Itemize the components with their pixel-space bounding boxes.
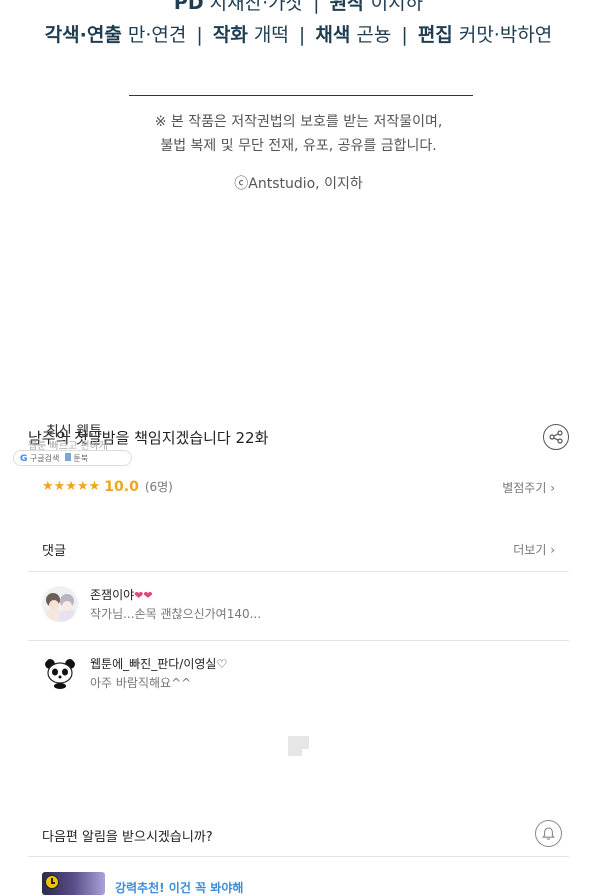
credits-line-2: 각색·연출 만·연견 | 작화 개떡 | 채색 곤뇽 | 편집 커맛·박하연	[0, 20, 597, 47]
copyright-notice: ※ 본 작품은 저작권법의 보호를 받는 저작물이며, 불법 복제 및 무단 전…	[0, 110, 597, 158]
credit-separator: |	[298, 24, 306, 46]
divider	[28, 640, 569, 641]
rate-button[interactable]: 별점주기 ›	[502, 479, 555, 496]
divider	[28, 571, 569, 572]
credit-separator: |	[401, 24, 408, 46]
credit-name: 곤뇽	[356, 24, 392, 46]
recommend-link[interactable]: 강력추천! 이건 꼭 봐야해	[115, 879, 243, 896]
toonbook-link[interactable]: 툰북	[65, 452, 88, 464]
rating-summary: ★★★★★ 10.0 (6명)	[42, 478, 173, 495]
credit-separator: |	[313, 0, 320, 14]
clock-icon	[45, 875, 59, 889]
comment-item[interactable]: 존잼이야❤❤ 작가님...손목 괜찮으신가여140...	[42, 586, 562, 626]
share-button[interactable]	[543, 424, 569, 450]
credit-name: 만·연견	[127, 24, 187, 46]
notice-line: ※ 본 작품은 저작권법의 보호를 받는 저작물이며,	[154, 114, 443, 130]
credit-name: 커맛·박하연	[458, 24, 553, 46]
comments-header: 댓글	[42, 544, 66, 559]
credit-name: 이지하	[370, 0, 424, 14]
copyright-text: ⓒAntstudio, 이지하	[234, 176, 363, 192]
comment-author: 존잼이야❤❤	[90, 588, 153, 602]
credit-role: 원작	[329, 0, 365, 14]
loading-placeholder-icon	[288, 736, 309, 756]
notify-bell-button[interactable]	[535, 820, 562, 847]
recommend-thumbnail[interactable]	[42, 872, 105, 895]
comment-item[interactable]: 웹툰에_빠진_판다/이영실♡ 아주 바람직해요^^	[42, 655, 562, 695]
credits-divider	[129, 95, 473, 96]
divider	[28, 856, 569, 857]
rating-count: (6명)	[144, 480, 173, 494]
search-shortcut-pill[interactable]: G 구글검색 툰북	[13, 450, 132, 466]
book-icon	[65, 452, 72, 461]
credit-name: 지재찬·가잣	[209, 0, 304, 14]
comment-text: 아주 바람직해요^^	[90, 676, 192, 690]
google-search-link[interactable]: G 구글검색	[20, 453, 59, 464]
credit-role: PD	[173, 0, 204, 14]
bell-icon	[542, 827, 555, 840]
avatar	[42, 655, 78, 691]
star-rating-icon: ★★★★★	[42, 479, 101, 494]
next-episode-notify-prompt: 다음편 알림을 받으시겠습니까?	[42, 830, 213, 845]
credit-role: 편집	[417, 24, 453, 46]
credit-role: 각색·연출	[44, 24, 122, 46]
heart-icon: ❤❤	[134, 589, 153, 602]
avatar	[42, 586, 78, 622]
share-icon	[549, 430, 563, 444]
credit-role: 채색	[315, 24, 351, 46]
credit-role: 작화	[212, 24, 248, 46]
notice-line: 불법 복제 및 무단 전재, 유포, 공유를 금합니다.	[160, 138, 437, 154]
comment-author: 웹툰에_빠진_판다/이영실♡	[90, 657, 228, 671]
rating-score: 10.0	[104, 478, 139, 495]
credits-line-1: PD 지재찬·가잣 | 원작 이지하	[0, 0, 597, 15]
comment-text: 작가님...손목 괜찮으신가여140...	[90, 607, 262, 621]
credit-name: 개떡	[253, 24, 289, 46]
comments-more-link[interactable]: 더보기 ›	[513, 541, 555, 558]
google-icon: G	[20, 453, 28, 464]
credit-separator: |	[196, 24, 203, 46]
